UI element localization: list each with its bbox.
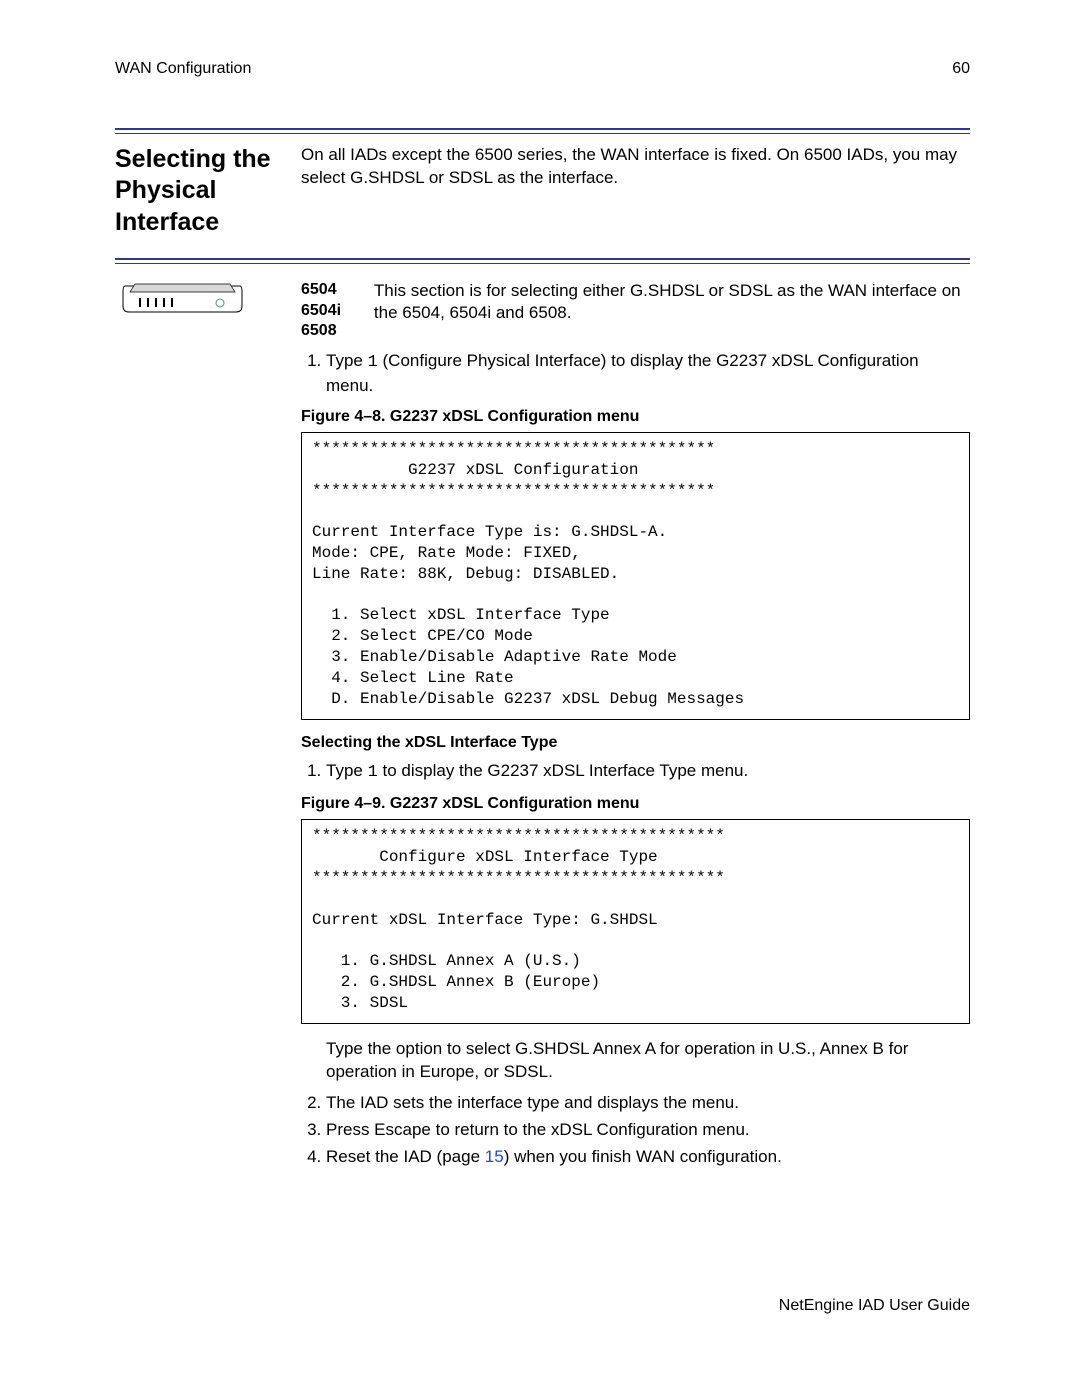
header-left: WAN Configuration (115, 60, 251, 78)
section-intro: Selecting the Physical Interface On all … (115, 144, 970, 238)
page: WAN Configuration 60 Selecting the Physi… (0, 0, 1080, 1397)
intro-text: On all IADs except the 6500 series, the … (301, 144, 970, 190)
sub-heading-interface-type: Selecting the xDSL Interface Type (301, 734, 970, 752)
section-rule (115, 128, 970, 134)
step-1: Type 1 (Configure Physical Interface) to… (326, 350, 970, 398)
section-rule-2 (115, 258, 970, 264)
post-text: Type the option to select G.SHDSL Annex … (326, 1038, 970, 1084)
model-1: 6504 (301, 280, 354, 301)
trailing-step-3: Press Escape to return to the xDSL Confi… (326, 1119, 970, 1142)
model-3: 6508 (301, 321, 354, 342)
device-illustration (115, 278, 250, 320)
figure-4-9-code: ****************************************… (301, 819, 970, 1024)
page-link-15[interactable]: 15 (485, 1147, 504, 1166)
device-subhead: 6504 6504i 6508 This section is for sele… (301, 280, 970, 342)
trailing-step-2: The IAD sets the interface type and disp… (326, 1092, 970, 1115)
device-models: 6504 6504i 6508 (301, 280, 354, 342)
sub-step-1: Type 1 to display the G2237 xDSL Interfa… (326, 760, 970, 785)
figure-4-8-code: ****************************************… (301, 432, 970, 720)
trailing-step-4: Reset the IAD (page 15) when you finish … (326, 1146, 970, 1169)
model-2: 6504i (301, 301, 354, 322)
step-list-1: Type 1 (Configure Physical Interface) to… (301, 350, 970, 398)
figure-4-9-caption: Figure 4–9. G2237 xDSL Configuration men… (301, 795, 970, 813)
step-list-2: Type 1 to display the G2237 xDSL Interfa… (301, 760, 970, 785)
page-header: WAN Configuration 60 (115, 60, 970, 78)
footer-text: NetEngine IAD User Guide (779, 1297, 970, 1315)
device-desc: This section is for selecting either G.S… (374, 280, 970, 342)
step-list-3: The IAD sets the interface type and disp… (301, 1092, 970, 1169)
figure-4-8-caption: Figure 4–8. G2237 xDSL Configuration men… (301, 408, 970, 426)
section-heading: Selecting the Physical Interface (115, 144, 275, 238)
step-1-key: 1 (368, 353, 378, 372)
sub-step-1-key: 1 (368, 763, 378, 782)
section-device: 6504 6504i 6508 This section is for sele… (115, 274, 970, 1179)
header-page-number: 60 (952, 60, 970, 78)
